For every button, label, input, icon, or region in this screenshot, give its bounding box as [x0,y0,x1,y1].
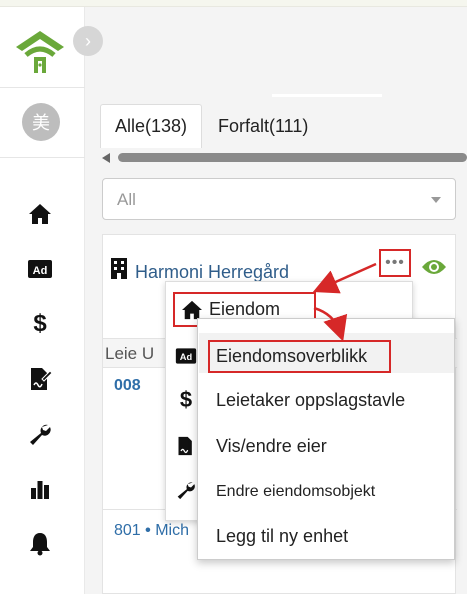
filter-select-value: All [117,190,136,209]
tab-overdue[interactable]: Forfalt(111) [204,104,322,148]
ad-icon-label: Ad [180,352,193,362]
bell-icon[interactable] [27,531,53,557]
horizontal-scrollbar[interactable] [102,152,467,164]
dollar-glyph: $ [179,387,193,412]
sidebar: 美 Ad $ [0,7,85,594]
submenu-item-eiendomsoverblikk[interactable]: Eiendomsoverblikk [216,346,367,367]
tab-overdue-label: Forfalt(111) [218,115,309,136]
unit-number: 801 [114,522,141,539]
separator: • [140,522,156,539]
dollar-glyph: $ [33,310,47,337]
tab-all[interactable]: Alle(138) [100,104,202,148]
filter-select[interactable]: All [102,178,456,220]
submenu-item-endre-eiendomsobjekt[interactable]: Endre eiendomsobjekt [216,483,375,501]
collapse-sidebar-button[interactable]: › [73,26,103,56]
sidebar-divider [0,157,85,158]
dollar-icon[interactable]: $ [27,310,53,337]
scroll-thumb[interactable] [118,153,467,162]
logo-icon[interactable] [14,25,66,77]
submenu-item-legg-til-ny-enhet[interactable]: Legg til ny enhet [216,526,348,547]
building-icon [111,258,127,279]
sidebar-divider [0,87,85,88]
tab-all-label: Alle(138) [115,116,188,136]
top-strip [0,0,467,7]
eye-icon[interactable] [421,257,447,277]
avatar[interactable]: 美 [22,103,60,141]
eiendom-submenu: Eiendomsoverblikk Leietaker oppslagstavl… [197,318,455,560]
ad-icon[interactable]: Ad [27,256,53,282]
more-options-button[interactable]: ••• [379,249,411,277]
contract-icon[interactable] [27,366,53,392]
home-icon [182,300,202,319]
unit-link[interactable]: 008 [114,377,141,395]
avatar-initial: 美 [32,113,50,133]
header-divider [272,94,382,97]
home-icon[interactable] [27,201,53,227]
chevron-down-icon [431,197,441,203]
wrench-icon[interactable] [27,421,53,447]
unit-row-link[interactable]: 801 • Mich [114,522,189,540]
bar-chart-icon[interactable] [27,476,53,502]
tenant-name: Mich [155,522,189,539]
menu-item-eiendom-label: Eiendom [209,299,281,319]
chevron-right-icon: › [85,30,91,51]
ad-icon-label: Ad [33,265,48,277]
submenu-item-leietaker-oppslagstavle[interactable]: Leietaker oppslagstavle [216,390,405,411]
property-name-link[interactable]: Harmoni Herregård [135,262,289,283]
more-dots-icon: ••• [385,254,405,271]
column-label-rent: Leie U [105,344,155,363]
submenu-item-vis-endre-eier[interactable]: Vis/endre eier [216,436,327,457]
scroll-left-icon[interactable] [102,153,110,163]
